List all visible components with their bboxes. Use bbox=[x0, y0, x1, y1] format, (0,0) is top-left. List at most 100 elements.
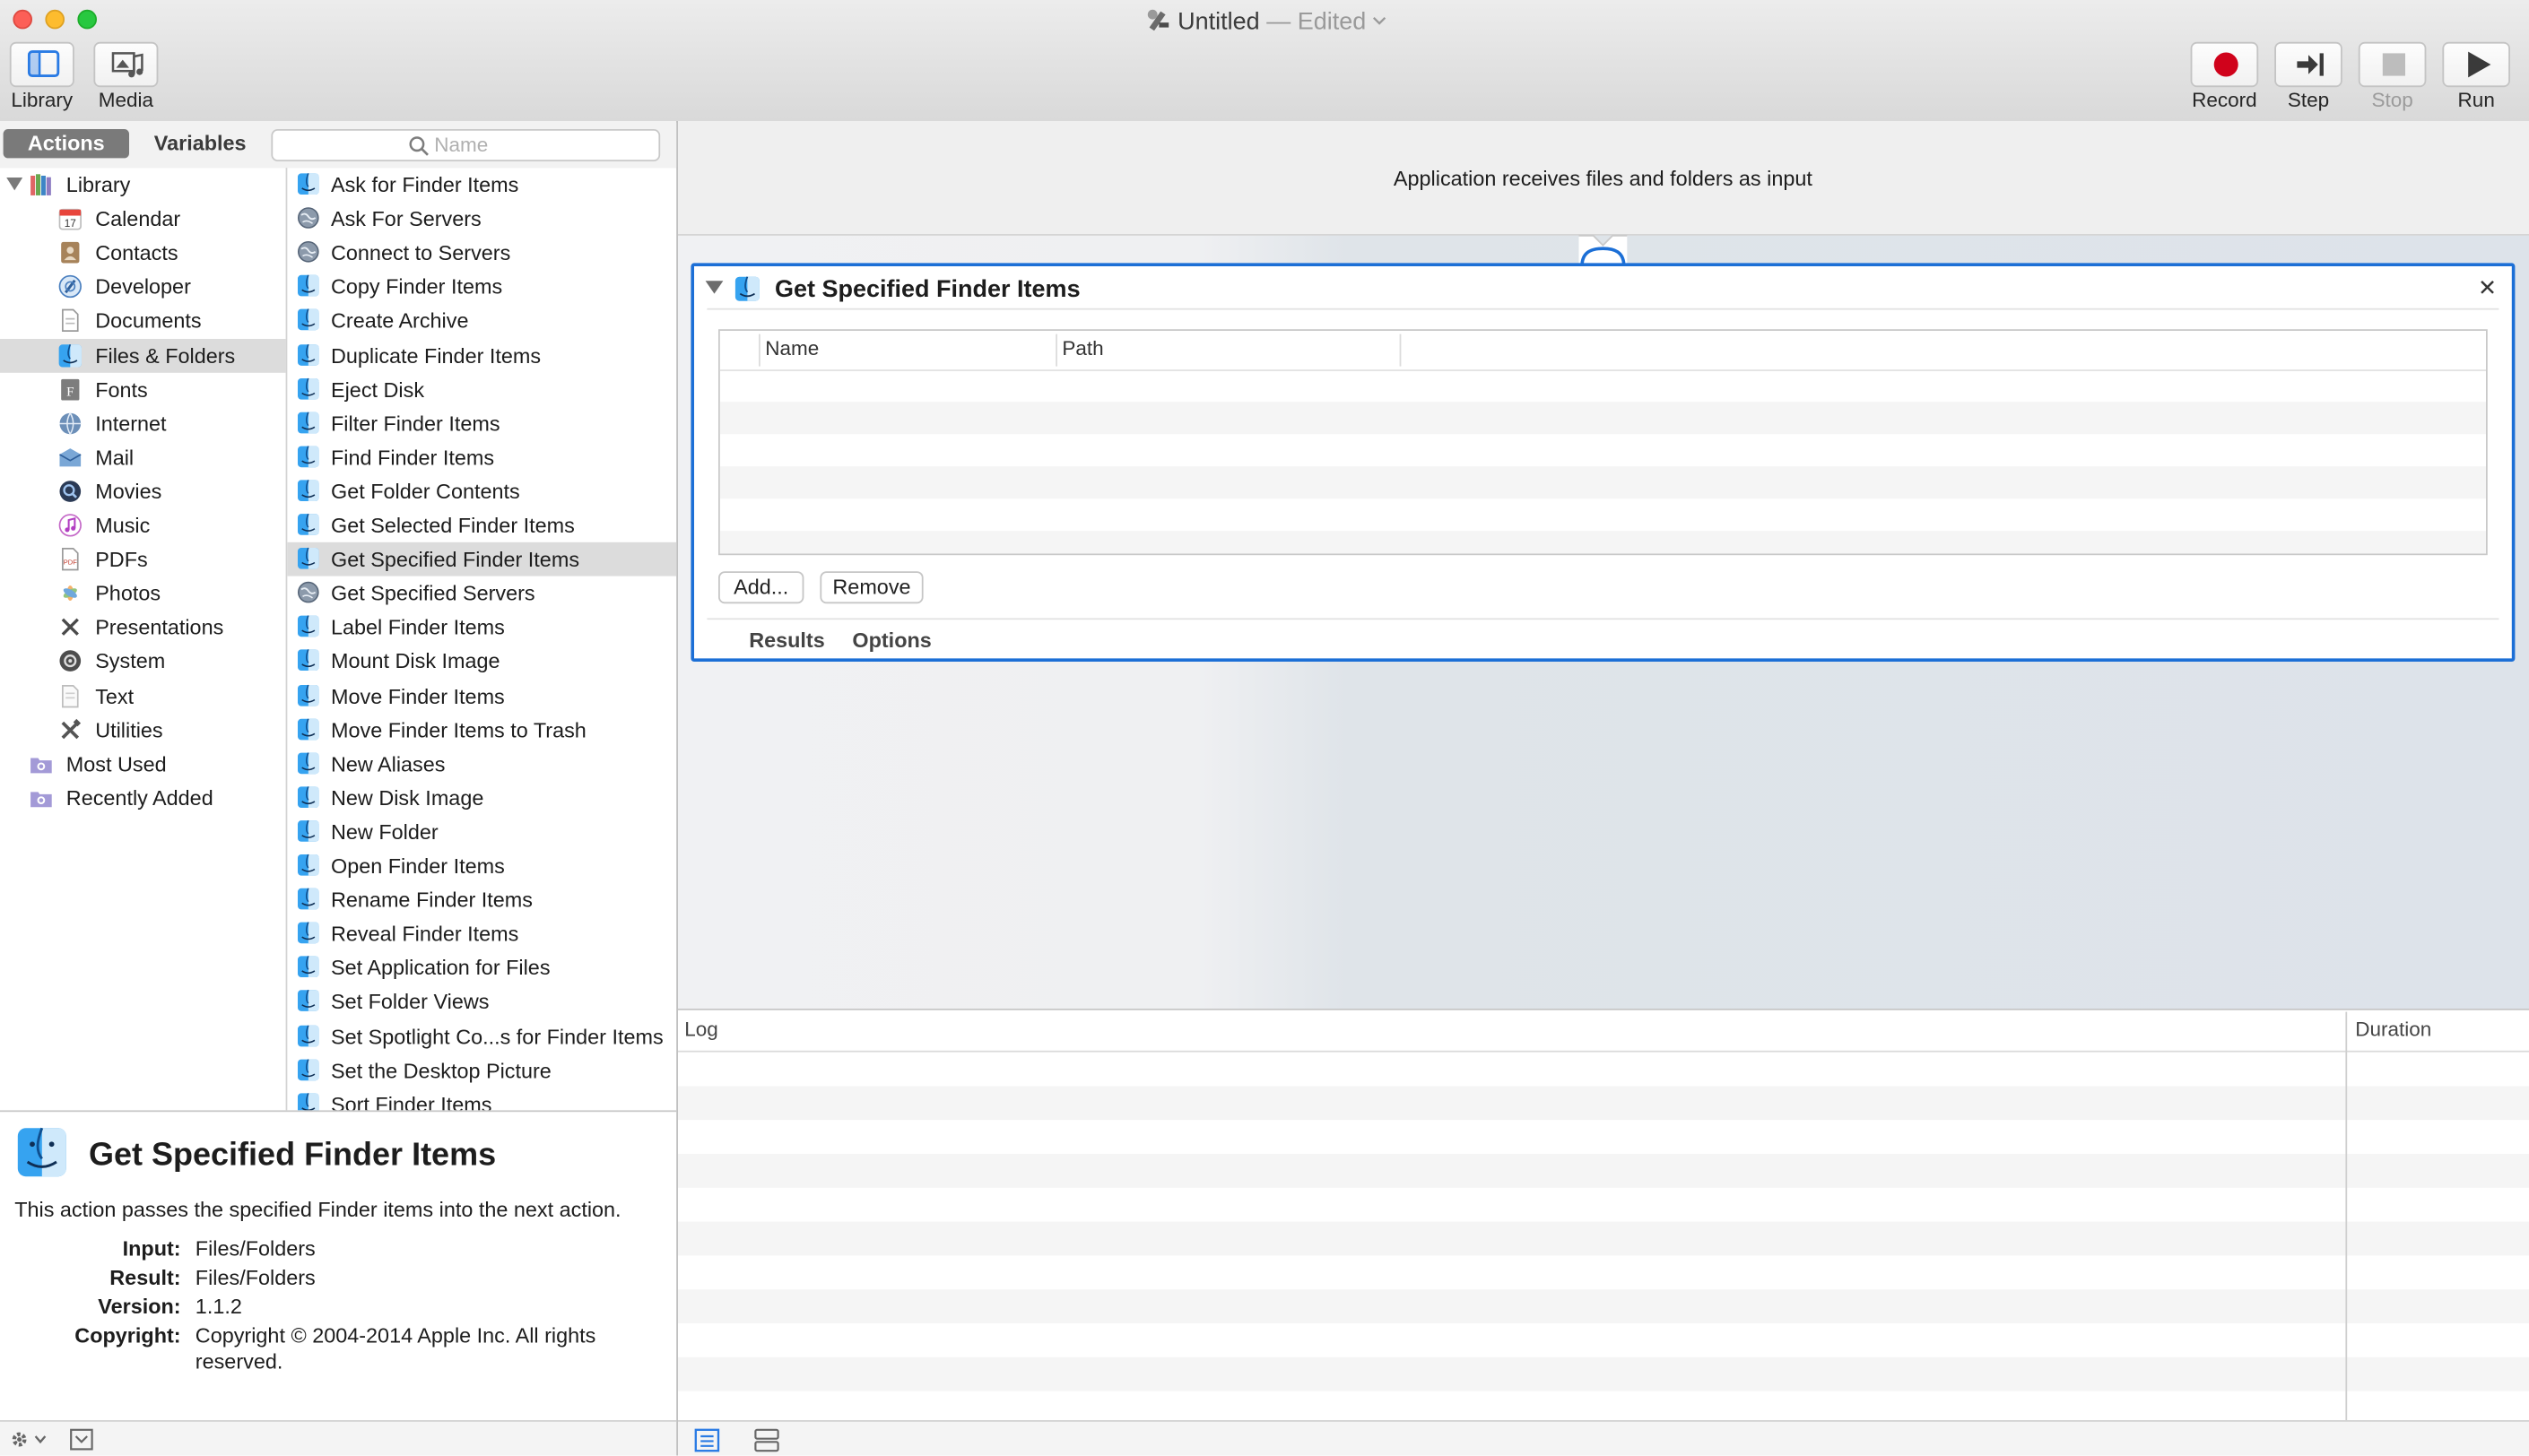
action-list-item[interactable]: Rename Finder Items bbox=[287, 883, 676, 917]
sidebar-item-presentations[interactable]: Presentations bbox=[0, 611, 286, 645]
column-header-name[interactable]: Name bbox=[765, 337, 819, 360]
tab-actions[interactable]: Actions bbox=[3, 129, 129, 159]
sidebar-item-system[interactable]: System bbox=[0, 645, 286, 679]
log-row bbox=[678, 1289, 2529, 1323]
sidebar-item-recently-added[interactable]: Recently Added bbox=[0, 781, 286, 815]
gear-icon[interactable] bbox=[8, 1428, 50, 1451]
action-list-item-label: Duplicate Finder Items bbox=[331, 342, 542, 368]
sidebar-item-fonts[interactable]: F Fonts bbox=[0, 372, 286, 406]
record-icon bbox=[2213, 52, 2238, 77]
sidebar-item-utilities[interactable]: Utilities bbox=[0, 713, 286, 747]
variables-view-icon[interactable] bbox=[754, 1428, 780, 1452]
action-list-item[interactable]: Create Archive bbox=[287, 304, 676, 338]
action-list-item[interactable]: Find Finder Items bbox=[287, 440, 676, 474]
version-label: Version: bbox=[98, 1294, 181, 1319]
run-button[interactable] bbox=[2442, 41, 2510, 88]
sidebar-item-developer[interactable]: Developer bbox=[0, 270, 286, 304]
action-list-item[interactable]: Ask for Finder Items bbox=[287, 168, 676, 202]
finder-icon bbox=[297, 1092, 319, 1111]
action-list-item[interactable]: Sort Finder Items bbox=[287, 1088, 676, 1111]
action-list-item[interactable]: Ask For Servers bbox=[287, 202, 676, 236]
action-list-item[interactable]: Set the Desktop Picture bbox=[287, 1053, 676, 1088]
close-icon[interactable]: ✕ bbox=[2478, 274, 2497, 302]
duration-column-header[interactable]: Duration bbox=[2355, 1018, 2431, 1041]
sidebar-item-label: Movies bbox=[95, 479, 162, 504]
action-list-item[interactable]: Get Selected Finder Items bbox=[287, 508, 676, 542]
library-bottom-bar bbox=[0, 1420, 677, 1456]
action-list-item-label: Sort Finder Items bbox=[331, 1092, 492, 1111]
action-list-item[interactable]: Get Specified Finder Items bbox=[287, 542, 677, 576]
toggle-description-icon[interactable] bbox=[69, 1428, 93, 1451]
sidebar-item-calendar[interactable]: 17 Calendar bbox=[0, 202, 286, 236]
collapse-triangle-icon[interactable] bbox=[705, 279, 724, 295]
sidebar-item-mail[interactable]: Mail bbox=[0, 440, 286, 474]
action-list-item[interactable]: Copy Finder Items bbox=[287, 270, 676, 304]
remove-button[interactable]: Remove bbox=[820, 571, 924, 604]
search-field[interactable] bbox=[271, 129, 661, 161]
finder-icon bbox=[297, 309, 319, 332]
action-list-item[interactable]: Get Specified Servers bbox=[287, 576, 676, 611]
action-list-item[interactable]: Set Spotlight Co...s for Finder Items bbox=[287, 1019, 676, 1053]
action-list-item[interactable]: Open Finder Items bbox=[287, 849, 676, 883]
sidebar-item-pdfs[interactable]: PDF PDFs bbox=[0, 542, 286, 576]
description-metadata: Input: Files/Folders Result: Files/Folde… bbox=[0, 1236, 676, 1398]
media-button[interactable] bbox=[93, 41, 159, 88]
log-row bbox=[678, 1356, 2529, 1391]
sidebar-item-internet[interactable]: Internet bbox=[0, 406, 286, 440]
column-header-path[interactable]: Path bbox=[1062, 337, 1103, 360]
photos-icon bbox=[58, 581, 83, 605]
search-input[interactable] bbox=[434, 132, 645, 159]
action-list-item[interactable]: New Disk Image bbox=[287, 781, 676, 815]
sidebar-item-photos[interactable]: Photos bbox=[0, 576, 286, 611]
sidebar-item-library[interactable]: Library bbox=[0, 168, 286, 202]
action-list-item[interactable]: Move Finder Items to Trash bbox=[287, 713, 676, 747]
window-title[interactable]: Untitled — Edited bbox=[0, 6, 2529, 36]
svg-text:17: 17 bbox=[65, 217, 76, 230]
sidebar-item-files-folders[interactable]: Files & Folders bbox=[0, 338, 286, 372]
action-list-item[interactable]: Set Application for Files bbox=[287, 951, 676, 985]
finder-items-table[interactable]: Name Path bbox=[718, 329, 2488, 556]
stop-button[interactable] bbox=[2358, 41, 2427, 88]
action-list-item-label: New Aliases bbox=[331, 751, 446, 776]
finder-icon bbox=[297, 411, 319, 433]
action-list-item-label: Open Finder Items bbox=[331, 854, 505, 879]
results-tab[interactable]: Results bbox=[749, 628, 825, 652]
action-list-item[interactable]: Connect to Servers bbox=[287, 236, 676, 270]
log-column-divider[interactable] bbox=[2345, 1011, 2348, 1420]
log-row bbox=[678, 1221, 2529, 1256]
action-list-item[interactable]: Set Folder Views bbox=[287, 985, 676, 1019]
sidebar-item-contacts[interactable]: Contacts bbox=[0, 236, 286, 270]
action-list-item[interactable]: New Aliases bbox=[287, 747, 676, 781]
action-list-item[interactable]: New Folder bbox=[287, 815, 676, 849]
column-divider bbox=[1056, 334, 1057, 367]
record-button[interactable] bbox=[2190, 41, 2259, 88]
step-button[interactable] bbox=[2274, 41, 2342, 88]
sidebar-item-label: System bbox=[95, 649, 166, 674]
sidebar-item-movies[interactable]: Movies bbox=[0, 474, 286, 508]
table-row[interactable] bbox=[719, 402, 2486, 435]
library-button[interactable] bbox=[9, 41, 74, 88]
sidebar-item-text[interactable]: Text bbox=[0, 679, 286, 713]
table-row[interactable] bbox=[719, 531, 2486, 554]
table-row[interactable] bbox=[719, 466, 2486, 499]
add-button[interactable]: Add... bbox=[718, 571, 804, 604]
log-list-view-icon[interactable] bbox=[694, 1428, 720, 1452]
action-list-item[interactable]: Move Finder Items bbox=[287, 679, 676, 713]
action-list-item[interactable]: Duplicate Finder Items bbox=[287, 338, 676, 372]
disclosure-triangle-icon[interactable] bbox=[6, 176, 23, 192]
action-list-item[interactable]: Eject Disk bbox=[287, 372, 676, 406]
log-column-header[interactable]: Log bbox=[684, 1018, 718, 1041]
tab-variables[interactable]: Variables bbox=[135, 129, 265, 158]
action-list-item[interactable]: Filter Finder Items bbox=[287, 406, 676, 440]
action-list-item[interactable]: Get Folder Contents bbox=[287, 474, 676, 508]
action-list-item[interactable]: Label Finder Items bbox=[287, 611, 676, 645]
finder-icon bbox=[734, 276, 760, 301]
options-tab[interactable]: Options bbox=[852, 628, 931, 652]
sidebar-item-most-used[interactable]: Most Used bbox=[0, 747, 286, 781]
action-list-item[interactable]: Mount Disk Image bbox=[287, 645, 676, 679]
sidebar-item-documents[interactable]: Documents bbox=[0, 304, 286, 338]
sidebar-item-music[interactable]: Music bbox=[0, 508, 286, 542]
sidebar-item-label: Mail bbox=[95, 445, 135, 470]
sidebar-item-label: Presentations bbox=[95, 615, 224, 640]
action-list-item[interactable]: Reveal Finder Items bbox=[287, 917, 676, 951]
